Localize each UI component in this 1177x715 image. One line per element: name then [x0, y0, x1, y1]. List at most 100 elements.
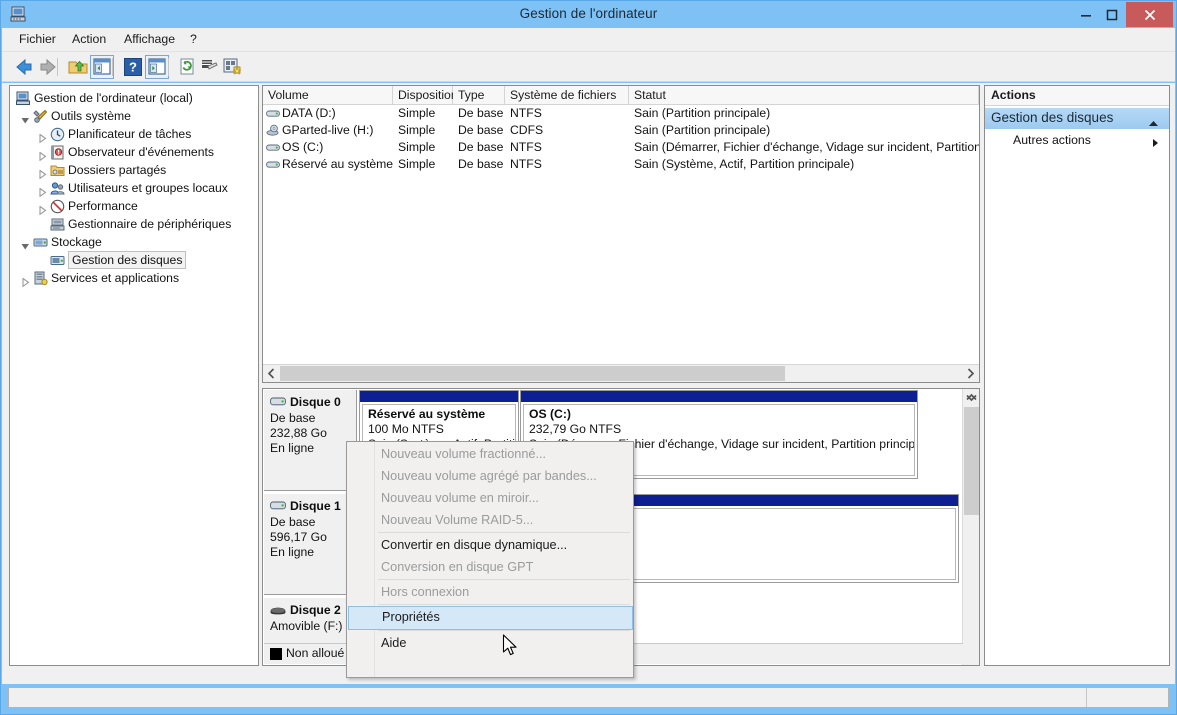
context-menu-separator — [378, 604, 630, 605]
column-header-statut[interactable]: Statut — [629, 86, 979, 104]
volume-row[interactable]: Réservé au système Simple De base NTFS Sain … — [263, 156, 979, 173]
back-arrow-icon[interactable] — [12, 55, 36, 79]
refresh-icon[interactable] — [176, 55, 200, 79]
hscroll-thumb[interactable] — [280, 366, 785, 381]
volume-cell-filesystem: NTFS — [510, 140, 542, 154]
tree-item-services-et-applications[interactable]: Services et applications — [10, 269, 258, 288]
shared-folders-icon — [50, 163, 65, 178]
actions-group-disk-management[interactable]: Gestion des disques — [985, 107, 1169, 129]
context-menu-item-aide[interactable]: Aide — [348, 632, 633, 656]
tree-item-observateur-d-v-nements[interactable]: Observateur d'événements — [10, 143, 258, 162]
expander-closed-icon[interactable] — [38, 130, 47, 144]
tree-item-stockage[interactable]: Stockage — [10, 233, 258, 251]
hard-disk-icon — [270, 396, 286, 407]
menu-action[interactable]: Action — [65, 31, 113, 49]
actions-pane: Actions Gestion des disques Autres actio… — [984, 85, 1170, 666]
volume-row[interactable]: DATA (D:) Simple De base NTFS Sain (Partitio… — [263, 105, 979, 122]
tree-item-label: Utilisateurs et groupes locaux — [68, 181, 228, 195]
tree-item-outils-syst-me[interactable]: Outils système — [10, 107, 258, 125]
expander-closed-icon[interactable] — [38, 148, 47, 162]
volume-cell-status: Sain (Partition principale) — [634, 106, 771, 120]
window-title: Gestion de l'ordinateur — [519, 6, 658, 21]
event-viewer-icon — [50, 145, 65, 160]
expander-open-icon[interactable] — [21, 112, 30, 124]
disk-line1: Amovible (F:) — [270, 619, 343, 633]
local-users-icon — [50, 181, 65, 196]
tree-item-gestionnaire-de-p-riph-riques[interactable]: Gestionnaire de périphériques — [10, 215, 258, 233]
volume-list[interactable]: Volume Disposition Type Système de fichiers… — [262, 85, 980, 383]
menu-fichier[interactable]: Fichier — [12, 31, 63, 49]
expander-closed-icon[interactable] — [38, 184, 47, 198]
services-icon — [33, 271, 48, 286]
export-list-icon[interactable] — [198, 55, 222, 79]
volume-cd-icon — [266, 124, 280, 137]
volume-row[interactable]: GParted-live (H:) Simple De base CDFS Sain (… — [263, 122, 979, 139]
disk-line3: En ligne — [270, 441, 315, 455]
column-header-disposition[interactable]: Disposition — [393, 86, 458, 104]
context-menu-separator — [378, 579, 630, 580]
partition-color-bar — [521, 391, 917, 402]
status-bar — [8, 687, 1169, 708]
volume-row[interactable]: OS (C:) Simple De base NTFS Sain (Démarrer, … — [263, 139, 979, 156]
disk-context-menu[interactable]: Nouveau volume fractionné... Nouveau volu… — [346, 441, 634, 678]
volume-cell-type: De base — [458, 123, 504, 137]
context-menu-item-nouveau-volume-fractionn: Nouveau volume fractionné... — [381, 447, 547, 461]
tree-item-gestion-de-l-ordinateur-local[interactable]: Gestion de l'ordinateur (local) — [10, 89, 258, 107]
scroll-left-icon[interactable] — [263, 365, 280, 382]
close-button[interactable] — [1126, 2, 1173, 27]
actions-group-label: Gestion des disques — [991, 110, 1114, 125]
context-menu-item-nouveau-volume-raid-5: Nouveau Volume RAID-5... — [381, 513, 534, 527]
tree-item-label: Outils système — [51, 109, 131, 123]
menu-affichage[interactable]: Affichage — [117, 31, 182, 49]
new-window-icon[interactable] — [220, 55, 244, 79]
context-menu-item-hors-connexion: Hors connexion — [381, 585, 470, 599]
expander-closed-icon[interactable] — [38, 166, 47, 180]
show-action-pane-icon[interactable] — [145, 55, 169, 79]
help-icon[interactable]: ? — [121, 55, 145, 79]
volume-cell-disposition: Simple — [398, 106, 436, 120]
tree-item-performance[interactable]: Performance — [10, 197, 258, 216]
hard-disk-icon — [270, 500, 286, 511]
scroll-right-icon[interactable] — [962, 365, 979, 382]
show-hide-tree-icon[interactable] — [90, 55, 114, 79]
system-tools-icon — [33, 109, 48, 124]
disk-info-disque-1[interactable]: Disque 1 De base 596,17 Go En ligne — [264, 494, 357, 595]
tree-item-label: Gestion de l'ordinateur (local) — [34, 91, 193, 105]
legend-swatch — [270, 648, 282, 660]
context-menu-item-propri-t-s[interactable]: Propriétés — [348, 606, 633, 630]
tree-item-planificateur-de-t-ches[interactable]: Planificateur de tâches — [10, 125, 258, 144]
navigation-tree[interactable]: Gestion de l'ordinateur (local) Outils sy… — [9, 85, 259, 666]
scroll-down-icon[interactable] — [963, 389, 979, 406]
up-folder-icon[interactable] — [66, 55, 90, 79]
expander-closed-icon[interactable] — [21, 274, 30, 288]
volume-disk-icon — [266, 158, 280, 171]
volume-list-hscrollbar[interactable] — [263, 364, 979, 382]
context-menu-item-nouveau-volume-en-miroir: Nouveau volume en miroir... — [381, 491, 539, 505]
volume-list-rows: DATA (D:) Simple De base NTFS Sain (Partitio… — [263, 105, 979, 173]
column-header-volume[interactable]: Volume — [263, 86, 393, 104]
column-header-type[interactable]: Type — [453, 86, 505, 104]
disk-management-icon — [50, 253, 65, 268]
vscroll-thumb[interactable] — [964, 407, 979, 515]
volume-cell-volume: GParted-live (H:) — [282, 123, 374, 137]
volume-cell-disposition: Simple — [398, 157, 436, 171]
volume-cell-filesystem: CDFS — [510, 123, 544, 137]
expander-open-icon[interactable] — [21, 238, 30, 250]
tree-item-dossiers-partag-s[interactable]: Dossiers partagés — [10, 161, 258, 180]
action-item-autres-actions[interactable]: Autres actions — [985, 131, 1169, 151]
performance-icon — [50, 199, 65, 214]
menu-help[interactable]: ? — [183, 31, 204, 49]
disk-vscrollbar[interactable] — [962, 389, 979, 665]
expander-closed-icon[interactable] — [38, 202, 47, 216]
toolbar: ? — [2, 52, 1175, 82]
column-header-syst-me-de-fichiers[interactable]: Système de fichiers — [505, 86, 629, 104]
disk-info-disque-0[interactable]: Disque 0 De base 232,88 Go En ligne — [264, 390, 357, 491]
toolbar-separator — [57, 58, 58, 76]
tree-item-gestion-des-disques[interactable]: Gestion des disques — [10, 251, 258, 269]
volume-cell-status: Sain (Partition principale) — [634, 123, 771, 137]
context-menu-item-convertir-en-disque-dynamique[interactable]: Convertir en disque dynamique... — [348, 534, 633, 558]
tree-item-label: Gestion des disques — [68, 251, 187, 269]
context-menu-separator — [378, 532, 630, 533]
volume-cell-disposition: Simple — [398, 123, 436, 137]
tree-item-utilisateurs-et-groupes-locaux[interactable]: Utilisateurs et groupes locaux — [10, 179, 258, 198]
